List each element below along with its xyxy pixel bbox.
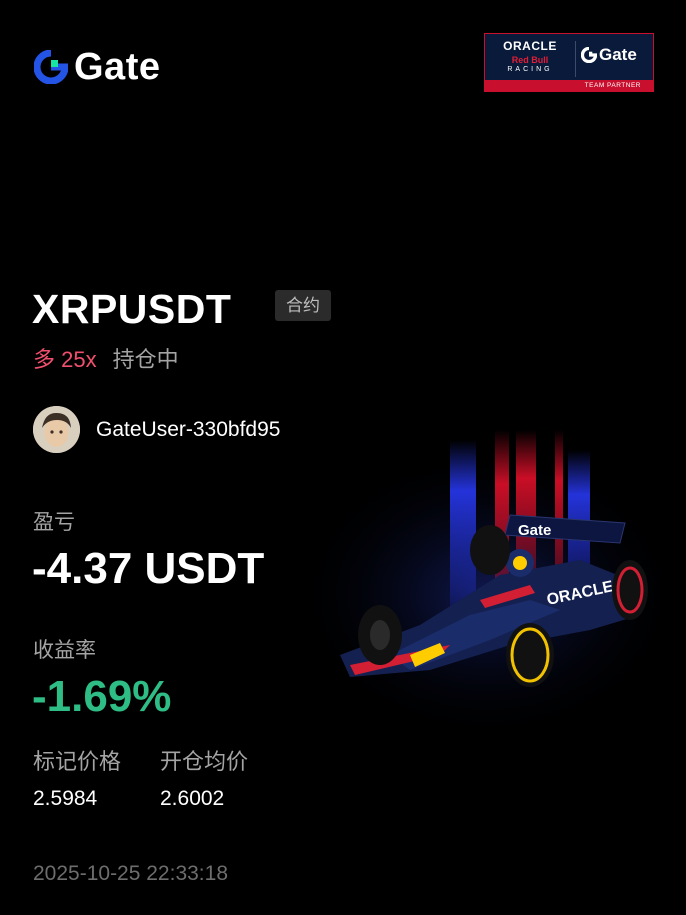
username: GateUser-330bfd95 xyxy=(96,417,281,441)
position-status: 持仓中 xyxy=(112,347,179,372)
pnl-label: 盈亏 xyxy=(33,511,75,534)
gate-logo: Gate xyxy=(34,48,160,86)
entry-price-value: 2.6002 xyxy=(160,787,225,810)
gate-partner-icon xyxy=(581,47,597,63)
gate-logo-text: Gate xyxy=(74,46,161,88)
mark-price-value: 2.5984 xyxy=(33,787,98,810)
redbull-text: Red Bull xyxy=(511,55,549,65)
svg-text:Gate: Gate xyxy=(518,522,551,539)
f1-car-illustration: Gate ORACLE xyxy=(340,514,648,687)
user-row: GateUser-330bfd95 xyxy=(33,406,280,453)
timestamp: 2025-10-25 22:33:18 xyxy=(33,862,228,885)
mark-price-label: 标记价格 xyxy=(33,749,122,774)
oracle-text: ORACLE xyxy=(503,39,557,53)
team-partner-banner: ORACLE Red Bull RACING Gate TEAM PARTNER xyxy=(484,33,654,92)
contract-badge: 合约 xyxy=(275,290,331,321)
entry-price-label: 开仓均价 xyxy=(160,749,249,774)
racing-text: RACING xyxy=(507,66,553,73)
gate-partner-text: Gate xyxy=(599,45,637,64)
partner-divider xyxy=(575,41,576,77)
contract-symbol: XRPUSDT xyxy=(32,286,232,332)
roi-value: -1.69% xyxy=(32,672,172,721)
pnl-value: -4.37 USDT xyxy=(32,544,265,593)
side-leverage: 多 25x xyxy=(33,347,97,372)
gate-logo-icon xyxy=(34,50,68,84)
position-side-row: 多 25x 持仓中 xyxy=(33,342,179,374)
team-partner-label: TEAM PARTNER xyxy=(485,80,653,91)
user-avatar xyxy=(33,406,80,453)
roi-label: 收益率 xyxy=(33,639,96,662)
